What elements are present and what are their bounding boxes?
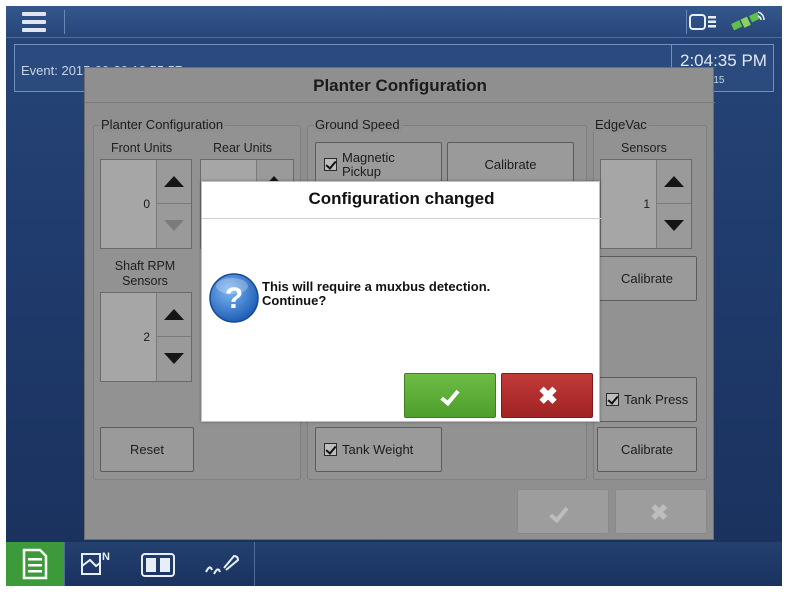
nav-divider bbox=[254, 542, 255, 586]
checkbox-checked-icon bbox=[606, 393, 619, 406]
planter-setup-icon[interactable] bbox=[194, 542, 252, 586]
front-units-value: 0 bbox=[101, 160, 157, 248]
modal-cancel-button[interactable]: ✖ bbox=[615, 489, 707, 534]
sensors-stepper[interactable]: 1 bbox=[600, 159, 692, 249]
reset-button[interactable]: Reset bbox=[100, 427, 194, 472]
tank-weight-label: Tank Weight bbox=[342, 442, 414, 457]
arrow-up-icon bbox=[664, 176, 684, 187]
arrow-down-icon bbox=[664, 220, 684, 231]
split-view-icon[interactable] bbox=[130, 542, 188, 586]
magnetic-pickup-label: Magnetic Pickup bbox=[342, 149, 395, 179]
rear-units-label: Rear Units bbox=[213, 141, 273, 155]
screen: Event: 2015-09-29 13:55:57 2:04:35 PM 9/… bbox=[6, 6, 782, 586]
top-bar-divider bbox=[64, 10, 65, 34]
run-page-icon[interactable] bbox=[6, 542, 64, 586]
hamburger-menu-icon[interactable] bbox=[12, 8, 56, 36]
sensors-increment-button[interactable] bbox=[657, 160, 691, 204]
dialog-title: Configuration changed bbox=[308, 189, 495, 208]
configuration-changed-dialog: Configuration changed ? This will requir… bbox=[201, 181, 601, 422]
edgevac-calibrate-button[interactable]: Calibrate bbox=[597, 256, 697, 301]
field-map-icon[interactable]: N bbox=[68, 542, 126, 586]
shaft-rpm-increment-button[interactable] bbox=[157, 293, 191, 337]
shaft-rpm-value: 2 bbox=[101, 293, 157, 381]
svg-text:?: ? bbox=[225, 282, 243, 315]
dialog-title-divider bbox=[202, 218, 601, 219]
arrow-down-icon bbox=[164, 220, 184, 231]
arrow-up-icon bbox=[164, 309, 184, 320]
dialog-ok-button[interactable] bbox=[404, 373, 496, 418]
sensors-decrement-button[interactable] bbox=[657, 204, 691, 248]
svg-text:N: N bbox=[102, 551, 110, 563]
gps-satellite-icon bbox=[731, 11, 765, 31]
checkmark-icon bbox=[440, 385, 460, 407]
x-icon: ✖ bbox=[650, 500, 669, 525]
tank-press-checkbox[interactable]: Tank Press bbox=[597, 377, 697, 422]
bottom-nav-bar: N bbox=[6, 542, 782, 586]
ground-speed-title: Ground Speed bbox=[313, 117, 402, 132]
checkbox-checked-icon bbox=[324, 158, 337, 171]
nav-divider bbox=[64, 542, 65, 586]
checkbox-checked-icon bbox=[324, 443, 337, 456]
display-toggle-icon[interactable] bbox=[686, 8, 776, 36]
x-icon: ✖ bbox=[537, 383, 559, 410]
front-units-decrement-button[interactable] bbox=[157, 204, 191, 248]
status-icons bbox=[686, 8, 776, 36]
modal-ok-button[interactable] bbox=[517, 489, 609, 534]
shaft-rpm-stepper[interactable]: 2 bbox=[100, 292, 192, 382]
dialog-message: This will require a muxbus detection. Co… bbox=[262, 279, 491, 308]
tank-weight-checkbox[interactable]: Tank Weight bbox=[315, 427, 442, 472]
arrow-down-icon bbox=[164, 353, 184, 364]
modal-title: Planter Configuration bbox=[313, 76, 487, 95]
front-units-stepper[interactable]: 0 bbox=[100, 159, 192, 249]
front-units-label: Front Units bbox=[111, 141, 173, 155]
checkmark-icon bbox=[549, 502, 569, 524]
tank-press-label: Tank Press bbox=[624, 392, 689, 407]
modal-title-divider bbox=[85, 102, 715, 103]
tank-press-calibrate-button[interactable]: Calibrate bbox=[597, 427, 697, 472]
question-icon: ? bbox=[209, 273, 259, 323]
sensors-value: 1 bbox=[601, 160, 657, 248]
shaft-rpm-label: Shaft RPM Sensors bbox=[114, 259, 176, 288]
sensors-label: Sensors bbox=[621, 141, 667, 155]
arrow-up-icon bbox=[164, 176, 184, 187]
planter-group-title: Planter Configuration bbox=[99, 117, 226, 132]
shaft-rpm-decrement-button[interactable] bbox=[157, 337, 191, 381]
top-bar bbox=[6, 6, 782, 38]
front-units-increment-button[interactable] bbox=[157, 160, 191, 204]
dialog-cancel-button[interactable]: ✖ bbox=[501, 373, 593, 418]
edgevac-title: EdgeVac bbox=[593, 117, 649, 132]
